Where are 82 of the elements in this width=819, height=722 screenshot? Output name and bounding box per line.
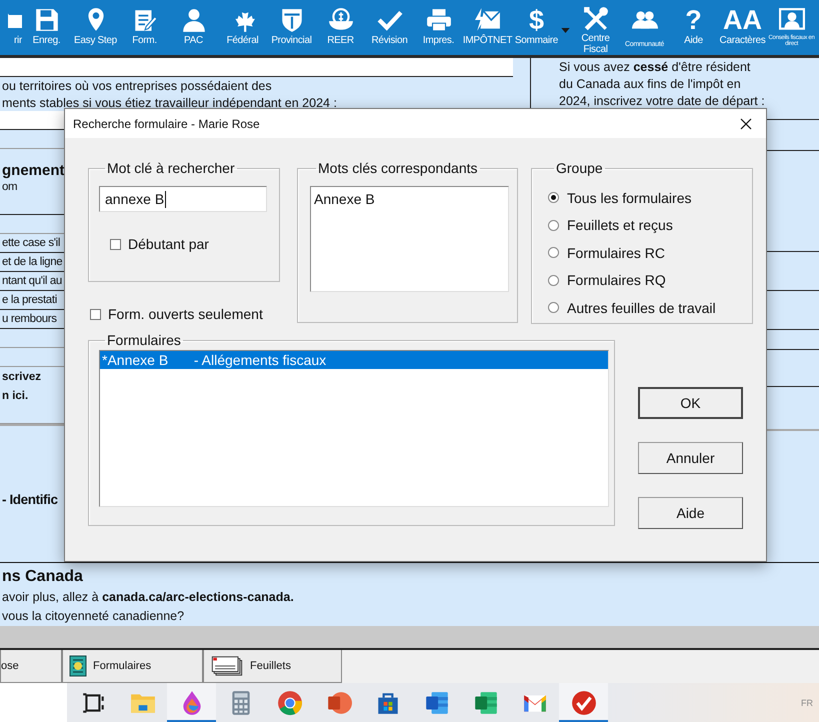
- window-title: Recherche formulaire - Marie Rose: [73, 116, 260, 130]
- form-text: om: [2, 181, 18, 193]
- toolbar-glyph: $: [528, 5, 544, 35]
- toolbar-button[interactable]: $ Sommaire: [512, 0, 561, 55]
- form-text: e la prestati: [2, 294, 57, 306]
- radio-label[interactable]: Autres feuilles de travail: [567, 300, 716, 316]
- document-icon[interactable]: [424, 690, 450, 716]
- tab[interactable]: Feuillets: [203, 650, 342, 683]
- printer-icon: [426, 7, 452, 33]
- form-text: avoir plus, allez à canada.ca/arc-elections-canada.: [2, 590, 294, 604]
- form-text: n ici.: [2, 390, 28, 402]
- dialog-button[interactable]: OK: [638, 387, 743, 419]
- toolbar-button[interactable]: AA Caractères: [718, 0, 767, 55]
- form-text: ette case s'il: [2, 237, 60, 249]
- toolbar-glyph: ?: [685, 5, 702, 35]
- tab[interactable]: Formulaires: [62, 650, 203, 683]
- toolbar-button[interactable]: PAC: [169, 0, 218, 55]
- radio-label[interactable]: Feuillets et reçus: [567, 217, 673, 234]
- form-text: ou territoires où vos entreprises possédaient des: [2, 78, 272, 92]
- section-heading: - Identific: [2, 492, 58, 506]
- list-item[interactable]: Annexe B: [314, 191, 505, 207]
- form-text: ments stables si vous étiez travailleur indépendant en 2024 :: [2, 96, 337, 110]
- checkbox[interactable]: [110, 238, 121, 250]
- radio-button[interactable]: [548, 302, 559, 314]
- toolbar-button[interactable]: Form.: [120, 0, 169, 55]
- radio-button[interactable]: [548, 274, 559, 286]
- toolbar-button[interactable]: Fédéral: [218, 0, 267, 55]
- toolbar-button[interactable]: Révision: [365, 0, 414, 55]
- section-heading: ns Canada: [2, 568, 83, 586]
- toolbar-button[interactable]: ? Aide: [669, 0, 718, 55]
- toolbar-button[interactable]: IMPÔTNET: [463, 0, 512, 55]
- folder-icon: [8, 12, 22, 28]
- envelope-bolt-icon: [474, 7, 500, 33]
- group-label: Groupe: [555, 160, 604, 176]
- dialog-button[interactable]: Aide: [638, 497, 743, 529]
- spreadsheet-icon[interactable]: [472, 690, 498, 716]
- person-icon: [180, 7, 206, 33]
- list-item[interactable]: *Annexe B - Allégements fiscaux: [100, 351, 608, 369]
- toolbar-button[interactable]: Enreg.: [22, 0, 71, 55]
- radio-button[interactable]: [548, 247, 559, 258]
- document-icon: [69, 655, 87, 677]
- toolbar-glyph: AA: [723, 5, 762, 35]
- close-icon: [740, 118, 752, 130]
- form-text: scrivez: [2, 370, 42, 382]
- toolbar-button[interactable]: Easy Step: [71, 0, 120, 55]
- section-heading: gnement: [2, 162, 65, 179]
- toolbar-button[interactable]: Impres.: [414, 0, 463, 55]
- caret-icon[interactable]: [561, 28, 570, 33]
- form-text: 2024, inscrivez votre date de départ :: [559, 94, 765, 108]
- checkmark-icon[interactable]: [570, 690, 596, 716]
- checkbox[interactable]: [90, 308, 101, 320]
- radio-button[interactable]: [548, 220, 559, 231]
- toolbar-button[interactable]: rir: [0, 0, 22, 55]
- radio-label[interactable]: Formulaires RQ: [567, 272, 666, 288]
- radio-label[interactable]: Formulaires RC: [567, 244, 666, 261]
- form-text: ntant qu'il au: [2, 275, 62, 287]
- language-indicator[interactable]: FR: [801, 698, 813, 708]
- form-text: Si vous avez cessé d'être résident: [559, 60, 750, 74]
- dialog-button[interactable]: Annuler: [638, 442, 743, 474]
- radio-label[interactable]: Tous les formulaires: [567, 190, 692, 206]
- form-text: u rembours: [2, 313, 57, 325]
- form-text: du Canada aux fins de l'impôt en: [559, 76, 741, 90]
- toolbar-button[interactable]: Provincial: [267, 0, 316, 55]
- group-label: Mot clé à rechercher: [106, 160, 236, 176]
- form-text: et de la ligne: [2, 256, 62, 268]
- form-text: vous la citoyenneté canadienne?: [2, 608, 184, 622]
- slip-stack-icon: [210, 655, 244, 677]
- toolbar-button[interactable]: Centre Fiscal: [571, 0, 620, 55]
- tab[interactable]: ose: [0, 650, 62, 683]
- tools-icon: [582, 6, 608, 32]
- radio-button[interactable]: [548, 192, 559, 204]
- toolbar-button[interactable]: REER: [316, 0, 365, 55]
- screen-person-icon: [778, 7, 804, 33]
- slides-icon[interactable]: [326, 690, 352, 716]
- search-field[interactable]: [0, 683, 67, 722]
- group-label: Mots clés correspondants: [317, 160, 479, 176]
- search-field[interactable]: annexe B: [99, 186, 267, 212]
- ring-icon[interactable]: [276, 690, 302, 716]
- floppy-icon: [34, 7, 60, 33]
- group-label: Formulaires: [106, 332, 182, 348]
- checkbox-label[interactable]: Form. ouverts seulement: [108, 306, 263, 322]
- checkbox-label[interactable]: Débutant par: [128, 236, 209, 252]
